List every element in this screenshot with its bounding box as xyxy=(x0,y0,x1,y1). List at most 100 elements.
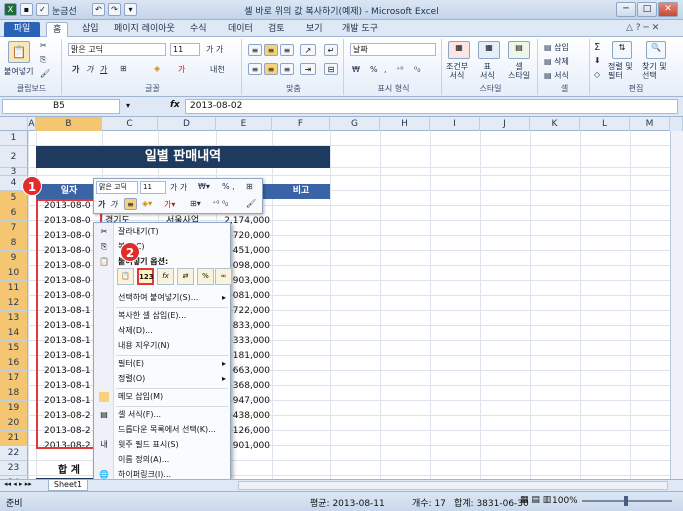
column-header-m[interactable]: M xyxy=(630,117,670,131)
row-header-22[interactable]: 22 xyxy=(0,446,28,461)
menu-item-clear[interactable]: 내용 지우기(N) xyxy=(94,339,230,353)
percent-icon[interactable]: % xyxy=(370,65,378,74)
column-header-d[interactable]: D xyxy=(158,117,216,131)
row-header-19[interactable]: 19 xyxy=(0,401,28,416)
row-header-1[interactable]: 1 xyxy=(0,131,28,146)
conditional-format-button[interactable]: 조건부 서식 xyxy=(446,62,468,80)
find-select-button[interactable]: 찾기 및 선택 xyxy=(642,62,667,80)
menu-item-paste-special[interactable]: 선택하여 붙여넣기(S)... ▸ xyxy=(94,291,230,305)
phonetic-icon[interactable]: 내천 xyxy=(210,64,225,75)
tab-review[interactable]: 검토 xyxy=(262,22,291,37)
menu-item-insert-copied[interactable]: 복사한 셀 삽입(E)... xyxy=(94,309,230,323)
tab-insert[interactable]: 삽입 xyxy=(76,22,105,37)
row-header-13[interactable]: 13 xyxy=(0,311,28,326)
format-painter-icon[interactable]: 🖌 xyxy=(40,69,50,78)
column-header-a[interactable]: A xyxy=(28,117,36,131)
horizontal-scrollbar[interactable] xyxy=(238,481,668,490)
mini-bold-icon[interactable]: 가 xyxy=(98,199,105,210)
font-color-icon[interactable]: 가 xyxy=(178,64,185,75)
currency-icon[interactable]: ₩ xyxy=(352,65,360,74)
align-top-icon[interactable]: ≡ xyxy=(248,44,262,56)
column-header-h[interactable]: H xyxy=(380,117,430,131)
view-buttons-icon[interactable]: ▦ ▤ ▥ xyxy=(520,495,551,505)
mini-font-select[interactable]: 맑은 고딕 xyxy=(96,181,138,194)
font-size-select[interactable]: 11 xyxy=(170,43,200,56)
wrap-text-icon[interactable]: ↵ xyxy=(324,44,338,56)
row-header-14[interactable]: 14 xyxy=(0,326,28,341)
align-left-icon[interactable]: ≡ xyxy=(248,63,262,75)
insert-function-icon[interactable]: fx xyxy=(170,100,180,110)
orientation-icon[interactable]: ↗ xyxy=(300,44,316,56)
sheet-tab-sheet1[interactable]: Sheet1 xyxy=(48,480,88,491)
mini-currency-icon[interactable]: ₩▾ xyxy=(198,182,210,191)
paste-option-link-icon[interactable]: ∞ xyxy=(215,268,232,285)
row-header-9[interactable]: 9 xyxy=(0,251,28,266)
mini-grow-font-icon[interactable]: 가 가 xyxy=(170,182,187,193)
row-header-17[interactable]: 17 xyxy=(0,371,28,386)
zoom-level[interactable]: 100% xyxy=(552,496,578,506)
table-format-button[interactable]: 표 서식 xyxy=(480,62,495,80)
vertical-scrollbar-top[interactable] xyxy=(670,117,683,131)
autosum-icon[interactable]: Σ xyxy=(594,42,600,53)
menu-item-define-name[interactable]: 이름 정의(A)... xyxy=(94,453,230,467)
tab-view[interactable]: 보기 xyxy=(300,22,329,37)
column-header-e[interactable]: E xyxy=(216,117,272,131)
merge-center-icon[interactable]: ⊟ xyxy=(324,63,338,75)
select-all-corner[interactable] xyxy=(0,117,28,131)
delete-cells-button[interactable]: ▤ 삭제 xyxy=(544,56,569,67)
menu-item-cut[interactable]: ✂ 잘라내기(T) xyxy=(94,225,230,239)
format-cells-button[interactable]: ▤ 서식 xyxy=(544,70,569,81)
indent-icon[interactable]: ⇥ xyxy=(300,63,316,75)
mini-italic-icon[interactable]: 가 xyxy=(110,199,117,210)
mini-size-select[interactable]: 11 xyxy=(140,181,166,194)
grow-font-icon[interactable]: 가 가 xyxy=(206,44,223,55)
tab-developer[interactable]: 개발 도구 xyxy=(336,22,384,37)
column-header-i[interactable]: I xyxy=(430,117,480,131)
name-box-dropdown-icon[interactable]: ▾ xyxy=(126,101,130,110)
column-header-j[interactable]: J xyxy=(480,117,530,131)
italic-icon[interactable]: 가 xyxy=(86,64,93,75)
bold-icon[interactable]: 가 xyxy=(72,64,79,75)
menu-item-dropdown-list[interactable]: 드롭다운 목록에서 선택(K)... xyxy=(94,423,230,437)
paste-option-paste-icon[interactable]: 📋 xyxy=(117,268,134,285)
increase-decimal-icon[interactable]: ⁺⁰ xyxy=(396,65,403,74)
cell-style-button[interactable]: 셀 스타일 xyxy=(508,62,530,80)
font-name-select[interactable]: 맑은 고딕 xyxy=(68,43,166,56)
paste-option-formulas-icon[interactable]: fx xyxy=(157,268,174,285)
clear-icon[interactable]: ◇ xyxy=(594,70,600,79)
row-header-21[interactable]: 21 xyxy=(0,431,28,446)
align-middle-icon[interactable]: ≡ xyxy=(264,44,278,56)
border-icon[interactable]: ⊞ xyxy=(120,64,127,73)
minimize-button[interactable]: ─ xyxy=(616,2,636,17)
mini-format-icon[interactable]: ⊞ xyxy=(246,182,253,191)
mini-fill-color-icon[interactable]: ◈▾ xyxy=(142,199,152,208)
comma-icon[interactable]: , xyxy=(384,65,387,74)
close-button[interactable]: ✕ xyxy=(658,2,678,17)
find-select-icon[interactable]: 🔍 xyxy=(646,41,666,59)
tab-formulas[interactable]: 수식 xyxy=(184,22,213,37)
menu-item-filter[interactable]: 필터(E) ▸ xyxy=(94,357,230,371)
row-header-20[interactable]: 20 xyxy=(0,416,28,431)
formula-input[interactable]: 2013-08-02 xyxy=(185,99,678,114)
align-center-icon[interactable]: ≡ xyxy=(264,63,278,75)
paste-label[interactable]: 붙여넣기 xyxy=(4,66,33,77)
menu-item-comment[interactable]: 메모 삽입(M) xyxy=(94,390,230,404)
sort-filter-icon[interactable]: ⇅ xyxy=(612,41,632,59)
menu-item-sort[interactable]: 정렬(O) ▸ xyxy=(94,372,230,386)
name-box[interactable]: B5 xyxy=(2,99,120,114)
row-header-16[interactable]: 16 xyxy=(0,356,28,371)
sheet-nav-icon[interactable]: ◂◂ ◂ ▸ ▸▸ xyxy=(4,480,32,488)
row-header-7[interactable]: 7 xyxy=(0,221,28,236)
row-header-5[interactable]: 5 xyxy=(0,191,28,206)
row-header-11[interactable]: 11 xyxy=(0,281,28,296)
column-header-c[interactable]: C xyxy=(102,117,158,131)
table-format-icon[interactable]: ▦ xyxy=(478,41,500,59)
column-header-g[interactable]: G xyxy=(330,117,380,131)
menu-item-phonetic[interactable]: 내 윗주 필드 표시(S) xyxy=(94,438,230,452)
mini-align-center-icon[interactable]: ≡ xyxy=(124,198,137,210)
paste-option-formatting-icon[interactable]: % xyxy=(197,268,214,285)
conditional-format-icon[interactable]: ▦ xyxy=(448,41,470,59)
fill-icon[interactable]: ⬇ xyxy=(594,56,601,65)
mini-decimal-icon[interactable]: ⁺⁰ ⁰₀ xyxy=(212,199,228,208)
fill-color-icon[interactable]: ◈ xyxy=(154,64,160,73)
